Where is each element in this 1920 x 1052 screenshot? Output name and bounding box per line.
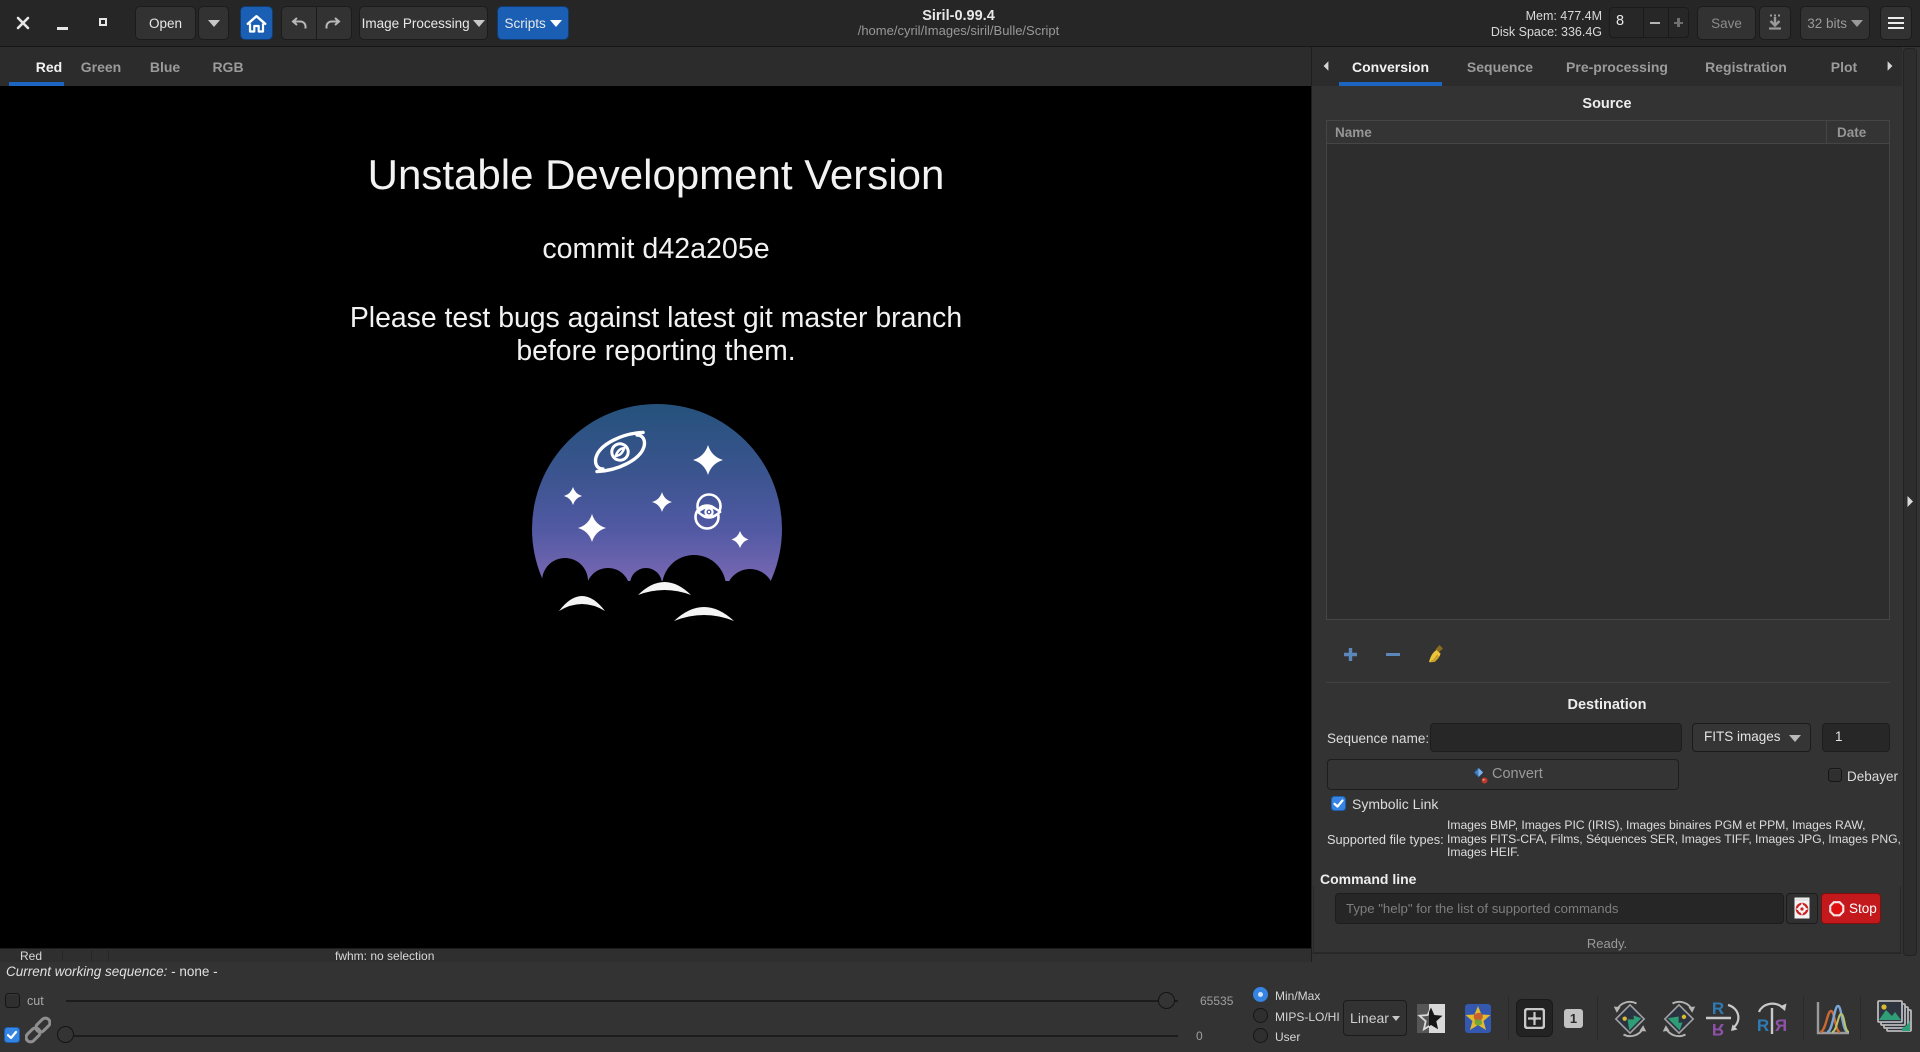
svg-text:R: R — [1775, 1016, 1787, 1035]
svg-text:R: R — [1712, 1020, 1724, 1038]
svg-text:R: R — [1712, 999, 1724, 1018]
svg-text:R: R — [1757, 1016, 1769, 1035]
